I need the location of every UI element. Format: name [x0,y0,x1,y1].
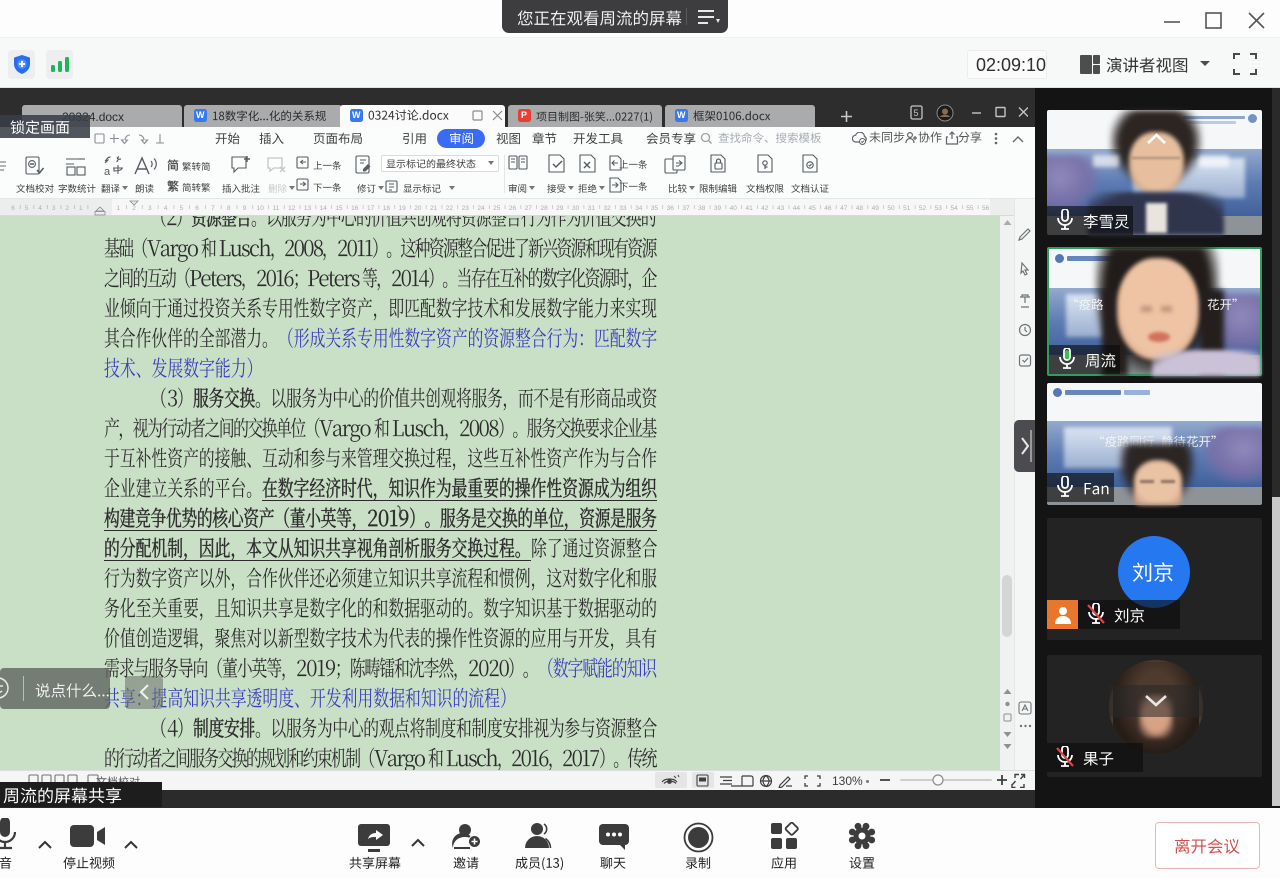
svg-text:1: 1 [79,205,83,212]
svg-text:3: 3 [148,205,152,212]
svg-text:3: 3 [52,205,56,212]
svg-text:5: 5 [25,205,29,212]
svg-text:38: 38 [698,205,706,212]
svg-text:34: 34 [635,205,643,212]
svg-text:20: 20 [414,205,422,212]
svg-text:35: 35 [651,205,659,212]
svg-text:5: 5 [914,108,919,118]
svg-text:17: 17 [367,205,375,212]
svg-text:56: 56 [982,205,990,212]
svg-text:32: 32 [603,205,611,212]
svg-text:33: 33 [619,205,627,212]
svg-text:2: 2 [65,205,69,212]
svg-text:42: 42 [761,205,769,212]
svg-text:9: 9 [243,205,247,212]
svg-text:28: 28 [540,205,548,212]
svg-text:18: 18 [383,205,391,212]
svg-text:44: 44 [793,205,801,212]
svg-text:49: 49 [872,205,880,212]
svg-text:46: 46 [824,205,832,212]
svg-text:26: 26 [509,205,517,212]
svg-text:55: 55 [966,205,974,212]
svg-text:4: 4 [38,205,42,212]
svg-text:13: 13 [304,205,312,212]
svg-text:27: 27 [525,205,533,212]
svg-text:7: 7 [211,205,215,212]
svg-text:21: 21 [430,205,438,212]
svg-text:48: 48 [856,205,864,212]
svg-text:39: 39 [714,205,722,212]
svg-text:11: 11 [273,205,280,212]
svg-text:29: 29 [556,205,564,212]
svg-text:2: 2 [132,205,136,212]
svg-text:52: 52 [919,205,927,212]
svg-text:12: 12 [288,205,296,212]
svg-text:22: 22 [446,205,454,212]
svg-text:23: 23 [462,205,470,212]
svg-text:25: 25 [493,205,501,212]
svg-text:24: 24 [477,205,485,212]
svg-text:1: 1 [116,205,120,212]
svg-text:36: 36 [667,205,675,212]
svg-text:30: 30 [572,205,580,212]
svg-text:6: 6 [195,205,199,212]
svg-text:10: 10 [257,205,265,212]
svg-text:37: 37 [682,205,690,212]
svg-text:8: 8 [227,205,231,212]
svg-text:40: 40 [730,205,738,212]
svg-text:47: 47 [840,205,848,212]
svg-text:14: 14 [320,205,328,212]
svg-text:45: 45 [808,205,816,212]
svg-text:53: 53 [935,205,943,212]
svg-text:54: 54 [950,205,958,212]
svg-text:5: 5 [179,205,183,212]
svg-text:19: 19 [398,205,406,212]
svg-text:6: 6 [11,205,15,212]
svg-text:51: 51 [903,205,911,212]
svg-text:4: 4 [164,205,168,212]
svg-text:a: a [104,166,111,177]
svg-text:41: 41 [745,205,753,212]
svg-text:50: 50 [887,205,895,212]
svg-text:15: 15 [335,205,343,212]
svg-text:43: 43 [777,205,785,212]
svg-text:16: 16 [351,205,359,212]
svg-text:31: 31 [588,205,596,212]
